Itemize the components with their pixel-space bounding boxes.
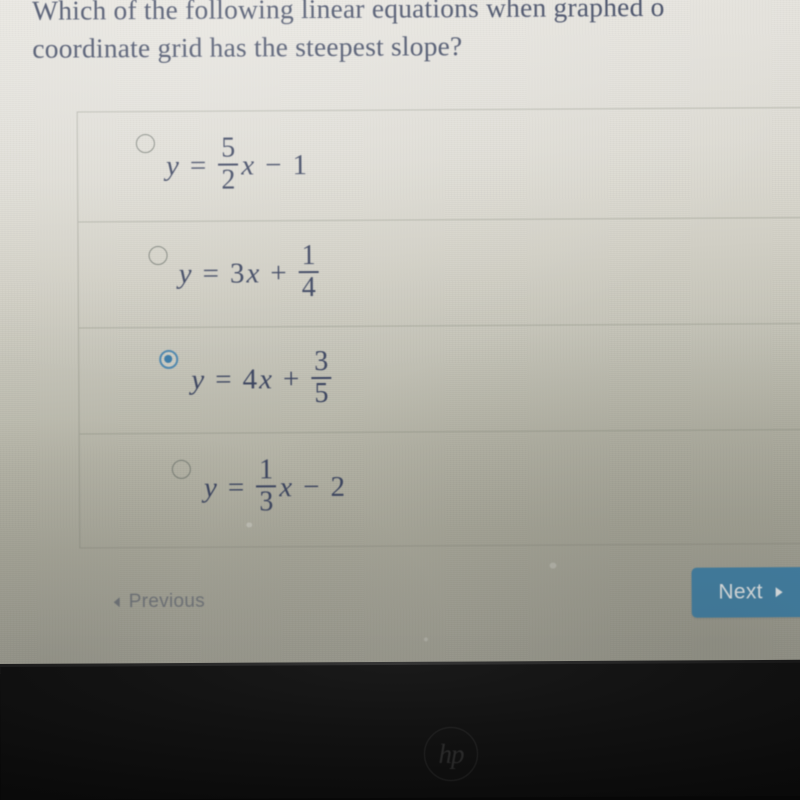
equation-option-a: y = 5 2 x − 1: [165, 132, 308, 196]
eq-a-variable: x: [241, 148, 255, 181]
eq-a-lhs: y: [165, 149, 180, 182]
equation-option-b: y = 3 x + 1 4: [178, 240, 320, 304]
previous-label: Previous: [128, 590, 206, 613]
eq-d-operator: −: [303, 470, 320, 503]
dust-speck: [246, 522, 253, 528]
question-line-1: Which of the following linear equations …: [31, 0, 665, 26]
answer-option-a[interactable]: y = 5 2 x − 1: [77, 106, 800, 222]
radio-button-option-c[interactable]: [159, 349, 179, 369]
answer-option-d[interactable]: y = 1 3 x − 2: [79, 428, 800, 540]
eq-c-denominator: 5: [314, 377, 329, 410]
eq-a-operator: −: [265, 148, 282, 181]
eq-d-denominator: 3: [259, 486, 274, 518]
eq-b-coefficient: 3: [229, 256, 245, 290]
eq-c-coefficient: 4: [242, 362, 258, 395]
eq-c-variable: x: [258, 362, 273, 395]
laptop-screen: Which of the following linear equations …: [0, 0, 800, 674]
answer-option-b[interactable]: y = 3 x + 1 4: [78, 216, 800, 328]
quiz-page: Which of the following linear equations …: [0, 0, 800, 672]
eq-b-equals: =: [202, 257, 220, 290]
eq-d-lhs: y: [203, 471, 217, 504]
eq-d-constant: 2: [330, 470, 346, 503]
eq-b-operator: +: [270, 256, 287, 289]
answer-option-c[interactable]: y = 4 x + 3 5: [79, 322, 800, 434]
eq-c-numerator: 3: [314, 345, 329, 378]
next-button[interactable]: Next: [691, 566, 800, 618]
eq-b-denominator: 4: [301, 272, 316, 304]
eq-a-numerator: 5: [221, 132, 236, 164]
eq-c-fraction: 3 5: [311, 345, 332, 410]
triangle-left-icon: [113, 597, 120, 608]
eq-c-operator: +: [282, 362, 300, 395]
eq-d-equals: =: [227, 470, 245, 504]
eq-a-fraction: 5 2: [218, 132, 239, 196]
eq-c-lhs: y: [191, 363, 205, 396]
triangle-right-icon: [775, 587, 783, 598]
eq-d-variable: x: [279, 470, 293, 503]
radio-button-option-b[interactable]: [148, 245, 168, 266]
radio-button-option-d[interactable]: [171, 459, 191, 479]
question-text: Which of the following linear equations …: [32, 0, 800, 68]
dust-speck: [423, 637, 428, 642]
eq-b-lhs: y: [178, 257, 192, 290]
laptop-bezel: [0, 659, 800, 800]
next-label: Next: [718, 580, 763, 604]
eq-d-numerator: 1: [259, 454, 274, 486]
previous-link[interactable]: Previous: [113, 590, 206, 614]
photo-of-laptop-screen: Which of the following linear equations …: [0, 0, 800, 800]
eq-c-equals: =: [215, 363, 232, 396]
eq-a-constant: 1: [292, 148, 308, 181]
eq-b-fraction: 1 4: [298, 240, 319, 304]
eq-d-fraction: 1 3: [256, 454, 277, 518]
equation-option-d: y = 1 3 x − 2: [203, 454, 346, 518]
equation-option-c: y = 4 x + 3 5: [191, 345, 332, 410]
eq-b-numerator: 1: [301, 240, 316, 272]
radio-button-option-a[interactable]: [135, 134, 155, 154]
eq-b-variable: x: [246, 256, 260, 289]
answer-options-card: y = 5 2 x − 1 y = 3 x + 1 4 y = 4 x + 3 …: [76, 106, 800, 549]
hp-logo: hp: [424, 727, 478, 781]
eq-a-equals: =: [189, 149, 207, 182]
dust-speck: [549, 562, 557, 569]
question-line-2: coordinate grid has the steepest slope?: [32, 30, 463, 64]
eq-a-denominator: 2: [221, 164, 236, 196]
